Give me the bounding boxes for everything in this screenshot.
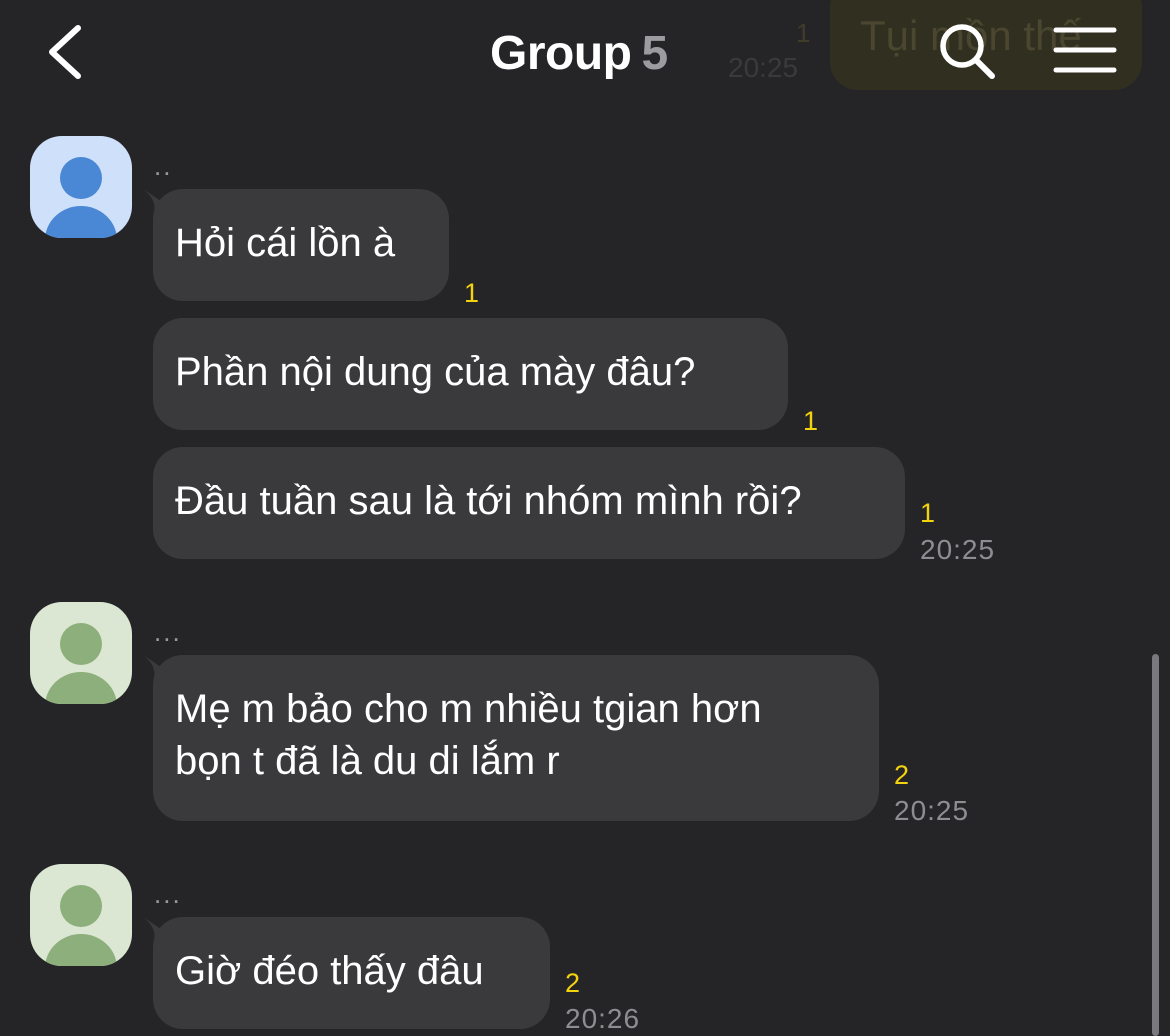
- message-time: 20:25: [894, 795, 970, 826]
- person-icon: [45, 623, 117, 704]
- sender-name: ..: [154, 151, 173, 181]
- avatar[interactable]: [30, 136, 132, 238]
- avatar[interactable]: [30, 864, 132, 966]
- hamburger-menu-icon: [1053, 27, 1117, 73]
- menu-button[interactable]: [1052, 24, 1118, 78]
- message-bubble[interactable]: Hỏi cái lồn à: [153, 189, 449, 301]
- scrolled-own-message-time: 20:25: [728, 52, 799, 83]
- chevron-left-icon: [49, 25, 81, 79]
- group-name: Group: [490, 27, 632, 80]
- unread-count: 2: [565, 968, 581, 998]
- person-icon: [45, 157, 117, 238]
- message-text: Giờ đéo thấy đâu: [175, 949, 484, 993]
- search-icon: [940, 24, 995, 79]
- chat-header: Tụi mồn thế 1 20:25 Group 5: [0, 0, 1170, 108]
- message-time: 20:26: [565, 1003, 641, 1034]
- message-bubble[interactable]: Giờ đéo thấy đâu: [153, 917, 550, 1029]
- person-icon: [45, 885, 117, 966]
- message-text: Phần nội dung của mày đâu?: [175, 350, 696, 394]
- search-button[interactable]: [936, 20, 1000, 84]
- avatar[interactable]: [30, 602, 132, 704]
- unread-count: 2: [894, 760, 910, 790]
- chat-screen: Tụi mồn thế 1 20:25 Group 5 .. Hỏi cái l…: [0, 0, 1170, 1036]
- message-text-line: bọn t đã là du di lắm r: [175, 739, 560, 783]
- back-button[interactable]: [40, 20, 96, 84]
- message-text-line: Mẹ m bảo cho m nhiều tgian hơn: [175, 687, 762, 731]
- unread-count: 1: [803, 406, 819, 436]
- unread-count: 1: [464, 278, 480, 308]
- scrolled-own-message-unread: 1: [796, 18, 811, 48]
- member-count: 5: [641, 27, 668, 80]
- message-text: Đầu tuần sau là tới nhóm mình rồi?: [175, 479, 802, 523]
- message-time: 20:25: [920, 534, 996, 565]
- message-bubble[interactable]: Đầu tuần sau là tới nhóm mình rồi?: [153, 447, 905, 559]
- sender-name: ...: [154, 879, 182, 909]
- message-bubble[interactable]: Mẹ m bảo cho m nhiều tgian hơn bọn t đã …: [153, 655, 879, 821]
- unread-count: 1: [920, 498, 936, 528]
- chat-title: Group 5: [490, 26, 668, 81]
- scrollbar[interactable]: [1152, 654, 1159, 1036]
- message-bubble[interactable]: Phần nội dung của mày đâu?: [153, 318, 788, 430]
- message-text: Hỏi cái lồn à: [175, 221, 396, 265]
- sender-name: ...: [154, 617, 182, 647]
